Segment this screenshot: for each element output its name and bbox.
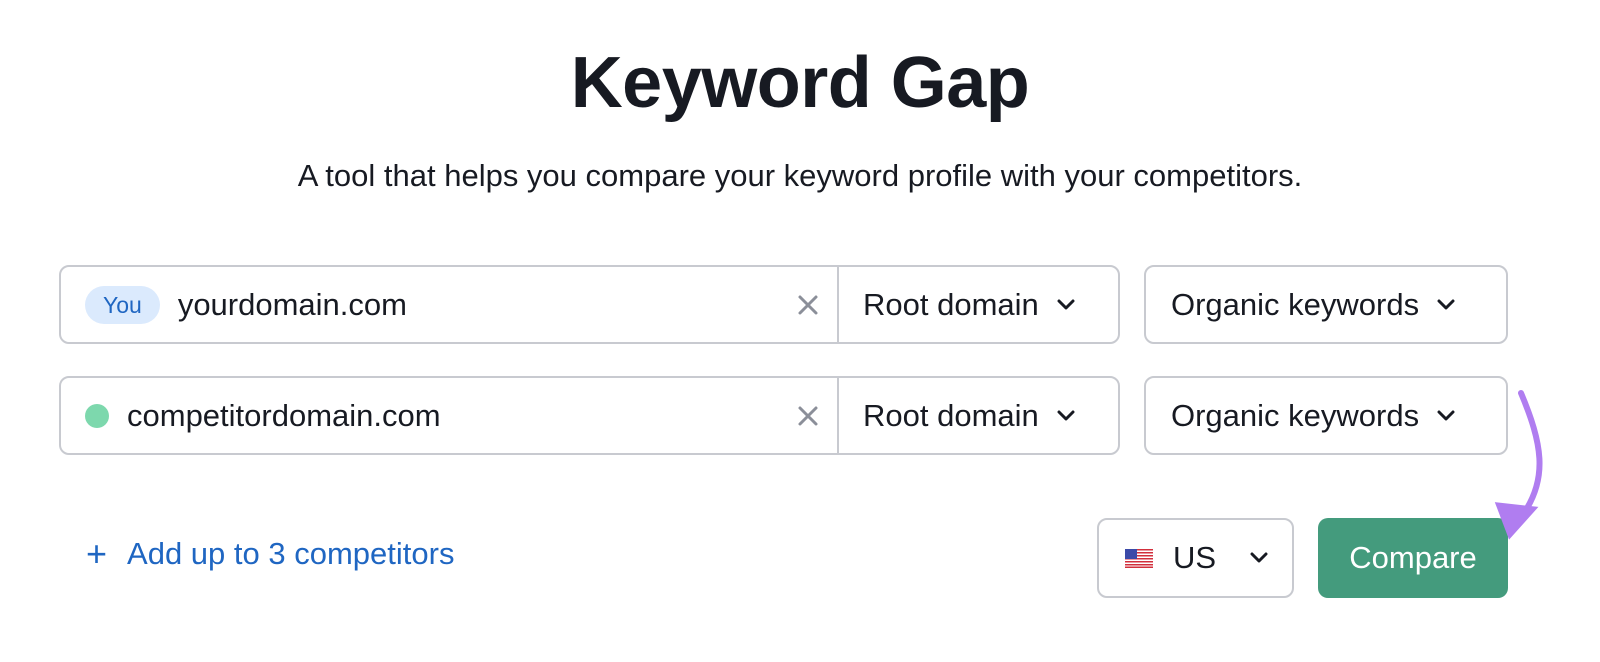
competitor-domain-scope-select[interactable]: Root domain bbox=[837, 378, 1118, 453]
chevron-down-icon bbox=[1057, 410, 1075, 422]
country-value: US bbox=[1173, 540, 1217, 575]
country-select[interactable]: US bbox=[1097, 518, 1294, 598]
competitor-domain-value[interactable]: competitordomain.com bbox=[127, 398, 441, 434]
you-badge: You bbox=[85, 285, 160, 324]
competitor-color-dot bbox=[85, 403, 109, 428]
chevron-down-icon bbox=[1437, 410, 1455, 422]
plus-icon: + bbox=[86, 533, 108, 574]
your-domain-keyword-type-select[interactable]: Organic keywords bbox=[1144, 265, 1508, 344]
competitor-domain-input[interactable]: competitordomain.com bbox=[61, 378, 837, 453]
add-competitors-label: Add up to 3 competitors bbox=[127, 536, 455, 571]
your-domain-input[interactable]: You yourdomain.com bbox=[61, 267, 837, 342]
your-domain-value[interactable]: yourdomain.com bbox=[178, 287, 407, 323]
close-icon[interactable] bbox=[795, 292, 821, 318]
keyword-type-label: Organic keywords bbox=[1171, 397, 1420, 433]
chevron-down-icon bbox=[1057, 299, 1075, 311]
scope-select-label: Root domain bbox=[863, 397, 1039, 433]
keyword-type-label: Organic keywords bbox=[1171, 286, 1420, 322]
chevron-down-icon bbox=[1437, 299, 1455, 311]
competitor-domain-row: competitordomain.com Root domain bbox=[59, 376, 1120, 455]
compare-button[interactable]: Compare bbox=[1318, 518, 1508, 598]
us-flag-icon bbox=[1125, 548, 1153, 568]
chevron-down-icon bbox=[1250, 552, 1268, 564]
add-competitors-link[interactable]: + Add up to 3 competitors bbox=[86, 536, 454, 572]
your-domain-row: You yourdomain.com Root domain bbox=[59, 265, 1120, 344]
close-icon[interactable] bbox=[795, 403, 821, 429]
page-subtitle: A tool that helps you compare your keywo… bbox=[297, 158, 1303, 193]
your-domain-scope-select[interactable]: Root domain bbox=[837, 267, 1118, 342]
page-title: Keyword Gap bbox=[570, 43, 1030, 123]
scope-select-label: Root domain bbox=[863, 286, 1039, 322]
competitor-keyword-type-select[interactable]: Organic keywords bbox=[1144, 376, 1508, 455]
